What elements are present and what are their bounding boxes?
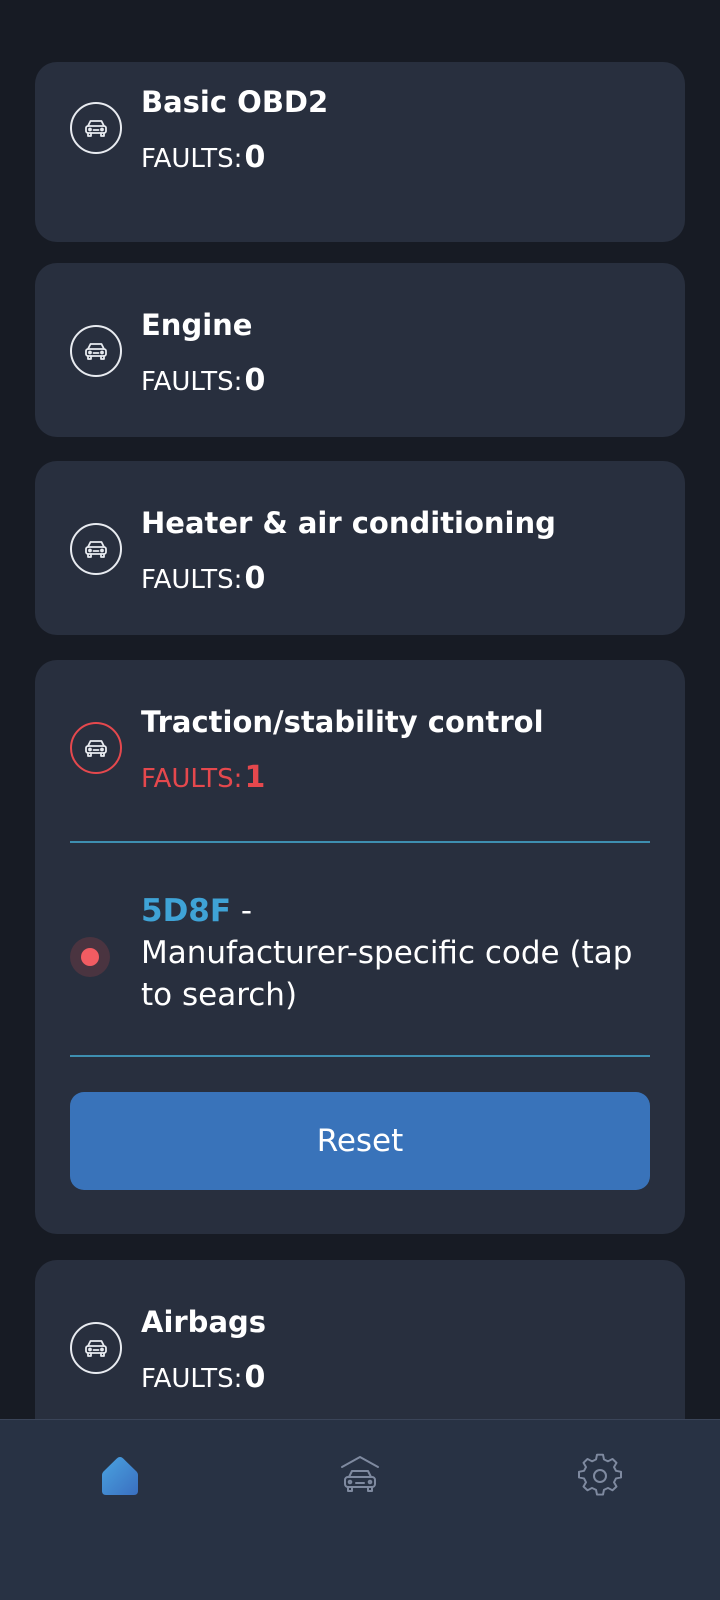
system-card-airbags[interactable]: Airbags FAULTS:0: [35, 1260, 685, 1420]
fault-code-text[interactable]: 5D8F - Manufacturer-specific code (tap t…: [141, 890, 641, 1016]
faults-label: FAULTS:1: [141, 760, 265, 795]
car-icon: [70, 325, 122, 377]
nav-settings[interactable]: [570, 1446, 630, 1506]
bottom-nav: [0, 1419, 720, 1600]
system-title: Engine: [141, 308, 253, 342]
car-icon: [70, 523, 122, 575]
gear-icon: [578, 1453, 622, 1496]
faults-count: 0: [244, 561, 266, 596]
faults-label-text: FAULTS:: [141, 565, 243, 595]
fault-dot: [81, 948, 99, 966]
divider: [70, 841, 650, 843]
fault-code-description: Manufacturer-specific code (tap to searc…: [141, 935, 633, 1013]
system-title: Traction/stability control: [141, 705, 544, 739]
faults-count: 0: [244, 1360, 266, 1395]
car-icon: [70, 1322, 122, 1374]
faults-label-text: FAULTS:: [141, 144, 243, 174]
system-card-traction-stability[interactable]: Traction/stability control FAULTS:1 5D8F…: [35, 660, 685, 1234]
system-title: Basic OBD2: [141, 85, 329, 119]
system-card-engine[interactable]: Engine FAULTS:0: [35, 263, 685, 437]
faults-label-text: FAULTS:: [141, 367, 243, 397]
car-icon: [70, 102, 122, 154]
faults-count: 1: [244, 760, 266, 795]
faults-label: FAULTS:0: [141, 140, 265, 175]
faults-label: FAULTS:0: [141, 363, 265, 398]
faults-label-text: FAULTS:: [141, 764, 243, 794]
home-icon: [102, 1457, 138, 1495]
car-fault-icon: [70, 722, 122, 774]
system-card-header[interactable]: Heater & air conditioning FAULTS:0: [35, 461, 685, 635]
system-title: Airbags: [141, 1305, 267, 1339]
system-card-header[interactable]: Engine FAULTS:0: [35, 263, 685, 437]
fault-code-row[interactable]: 5D8F - Manufacturer-specific code (tap t…: [70, 880, 650, 1030]
car-garage-icon: [341, 1456, 379, 1492]
nav-garage[interactable]: [330, 1446, 390, 1506]
faults-count: 0: [244, 363, 266, 398]
fault-code-id: 5D8F: [141, 893, 232, 929]
system-card-heater-ac[interactable]: Heater & air conditioning FAULTS:0: [35, 461, 685, 635]
system-title: Heater & air conditioning: [141, 506, 556, 540]
system-card-header[interactable]: Basic OBD2 FAULTS:0: [35, 40, 685, 214]
faults-label-text: FAULTS:: [141, 1364, 243, 1394]
app-screen: Basic OBD2 FAULTS:0 Engine FAULTS:0 Heat…: [0, 0, 720, 1600]
system-card-header[interactable]: Airbags FAULTS:0: [35, 1260, 685, 1420]
nav-home[interactable]: [90, 1446, 150, 1506]
divider: [70, 1055, 650, 1057]
system-card-header[interactable]: Traction/stability control FAULTS:1: [35, 660, 685, 834]
faults-label: FAULTS:0: [141, 561, 265, 596]
system-card-basic-obd2[interactable]: Basic OBD2 FAULTS:0: [35, 62, 685, 242]
system-list[interactable]: Basic OBD2 FAULTS:0 Engine FAULTS:0 Heat…: [0, 0, 720, 1420]
faults-count: 0: [244, 140, 266, 175]
faults-label: FAULTS:0: [141, 1360, 265, 1395]
reset-button[interactable]: Reset: [70, 1092, 650, 1190]
fault-code-separator: -: [231, 893, 253, 929]
fault-indicator-icon: [70, 937, 110, 977]
